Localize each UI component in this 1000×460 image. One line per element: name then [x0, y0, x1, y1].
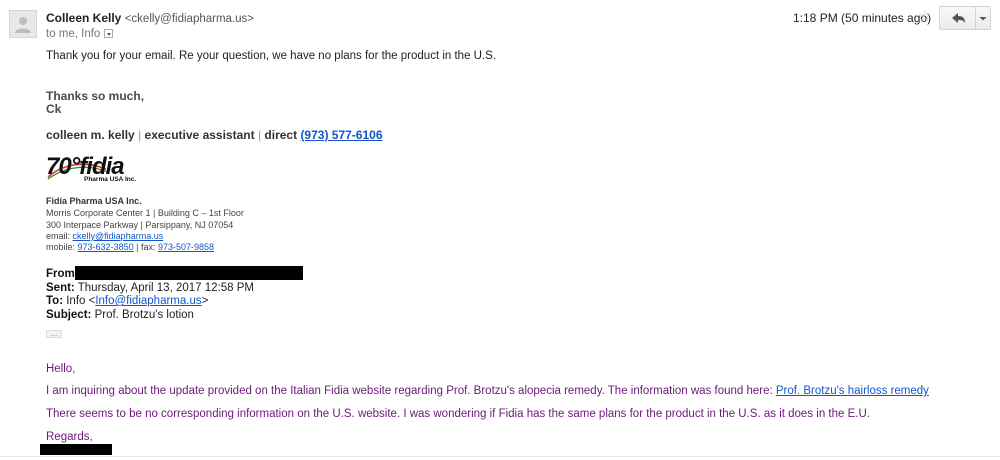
sender-email: <ckelly@fidiapharma.us>	[124, 13, 254, 25]
forwarded-to: To: Info <Info@fidiapharma.us>	[46, 295, 209, 307]
closing-line: Thanks so much,	[46, 89, 145, 103]
quoted-regards: Regards,	[46, 431, 93, 443]
forwarded-subject: Subject: Prof. Brotzu's lotion	[46, 309, 194, 321]
message-body-line: Thank you for your email. Re your questi…	[46, 50, 497, 62]
closing-initials: Ck	[46, 102, 62, 116]
quoted-paragraph-2: There seems to be no corresponding infor…	[46, 408, 870, 420]
redaction-bar	[75, 266, 303, 280]
quoted-paragraph-1: I am inquiring about the update provided…	[46, 385, 929, 397]
divider	[0, 456, 1000, 457]
info-email-link[interactable]: Info@fidiapharma.us	[95, 295, 201, 307]
email-line: email: ckelly@fidiapharma.us	[46, 231, 164, 241]
address-line-1: Morris Corporate Center 1 | Building C –…	[46, 208, 244, 218]
redaction-bar	[40, 444, 112, 455]
hairloss-remedy-link[interactable]: Prof. Brotzu's hairloss remedy	[776, 385, 929, 397]
fidia-logo: 70°fidia Pharma USA Inc.	[46, 153, 146, 185]
company-name: Fidia Pharma USA Inc.	[46, 196, 142, 206]
direct-phone-link[interactable]: (973) 577-6106	[300, 128, 382, 142]
logo-subtitle: Pharma USA Inc.	[84, 176, 137, 183]
sender-name[interactable]: Colleen Kelly	[46, 11, 121, 25]
recipients-text: to me, Info	[46, 28, 101, 40]
message-timestamp: 1:18 PM (50 minutes ago)	[793, 11, 932, 25]
signature-title: executive assistant	[144, 128, 255, 142]
show-trimmed-content-button[interactable]: ...	[46, 330, 62, 338]
recipients-line: to me, Info	[46, 28, 114, 40]
reply-button[interactable]	[939, 6, 976, 30]
phone-line: mobile: 973-632-3850 | fax: 973-507-9858	[46, 242, 215, 252]
reply-arrow-icon	[952, 13, 965, 23]
sender-avatar[interactable]	[9, 10, 37, 38]
forwarded-sent: Sent: Thursday, April 13, 2017 12:58 PM	[46, 282, 254, 294]
signature-line: colleen m. kelly | executive assistant |…	[46, 128, 383, 142]
signature-direct-label: direct	[264, 128, 298, 142]
forwarded-from: From:	[46, 268, 79, 280]
signature-name: colleen m. kelly	[46, 128, 135, 142]
person-icon	[15, 17, 31, 33]
chevron-down-icon	[979, 17, 987, 21]
more-actions-button[interactable]	[975, 6, 991, 30]
fax-link[interactable]: 973-507-9858	[158, 242, 214, 252]
signature-email-link[interactable]: ckelly@fidiapharma.us	[73, 231, 164, 241]
star-outline-icon[interactable]: ☆	[918, 7, 931, 25]
address-line-2: 300 Interpace Parkway | Parsippany, NJ 0…	[46, 220, 234, 230]
sender-info[interactable]: Colleen Kelly <ckelly@fidiapharma.us>	[46, 11, 254, 25]
quoted-greeting: Hello,	[46, 363, 76, 375]
show-details-dropdown-icon[interactable]	[104, 29, 114, 38]
mobile-link[interactable]: 973-632-3850	[78, 242, 134, 252]
